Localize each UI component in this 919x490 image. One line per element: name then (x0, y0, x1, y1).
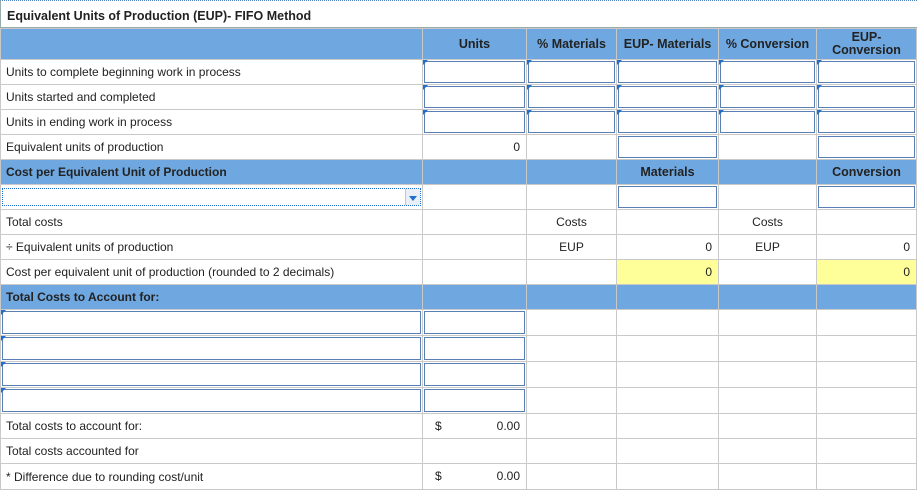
row-total-to-account: Total costs to account for: $ 0.00 (0, 413, 917, 439)
row-account-2 (0, 335, 917, 362)
worksheet-title-bar: Equivalent Units of Production (EUP)- FI… (0, 0, 917, 28)
row-difference: * Difference due to rounding cost/unit $… (0, 463, 917, 490)
label-total-costs: Total costs (0, 209, 423, 235)
header-materials: Materials (616, 159, 719, 185)
row-account-1 (0, 309, 917, 336)
label-beginning-wip: Units to complete beginning work in proc… (0, 59, 423, 85)
input-account-label-3[interactable] (2, 363, 421, 386)
units-header-row: Units % Materials EUP- Materials % Conve… (0, 28, 917, 60)
currency-symbol: $ (435, 419, 442, 433)
label-materials-eup: EUP (526, 234, 617, 260)
cost-per-eup-title: Cost per Equivalent Unit of Production (0, 159, 423, 185)
input-units-ending[interactable] (424, 111, 525, 133)
label-difference: * Difference due to rounding cost/unit (0, 463, 423, 490)
input-account-amount-2[interactable] (424, 337, 525, 360)
label-divide-eup: ÷ Equivalent units of production (0, 234, 423, 260)
row-total-costs: Total costs Costs Costs (0, 209, 917, 235)
value-equivalent-units: 0 (422, 134, 527, 160)
input-eup-conversion-started[interactable] (818, 86, 915, 108)
period-dropdown[interactable] (2, 188, 421, 206)
label-ending-wip: Units in ending work in process (0, 109, 423, 135)
input-pct-conversion-ending[interactable] (720, 111, 815, 133)
header-units: Units (422, 28, 527, 60)
row-divide-eup: ÷ Equivalent units of production EUP 0 E… (0, 234, 917, 260)
label-materials-costs: Costs (526, 209, 617, 235)
label-started-completed: Units started and completed (0, 84, 423, 110)
label-equivalent-units: Equivalent units of production (0, 134, 423, 160)
eup-worksheet: Equivalent Units of Production (EUP)- FI… (0, 0, 919, 490)
input-eup-materials-started[interactable] (618, 86, 717, 108)
input-eup-conversion-beginning[interactable] (818, 61, 915, 83)
input-pct-materials-beginning[interactable] (528, 61, 615, 83)
total-costs-header-row: Total Costs to Account for: (0, 284, 917, 310)
total-costs-title: Total Costs to Account for: (0, 284, 423, 310)
header-pct-conversion: % Conversion (718, 28, 817, 60)
row-started-completed: Units started and completed (0, 84, 917, 110)
row-equivalent-units: Equivalent units of production 0 (0, 134, 917, 160)
label-total-to-account: Total costs to account for: (0, 413, 423, 439)
input-materials-period-cost[interactable] (618, 186, 717, 208)
input-conversion-period-cost[interactable] (818, 186, 915, 208)
input-pct-materials-started[interactable] (528, 86, 615, 108)
cost-per-eup-header-row: Cost per Equivalent Unit of Production M… (0, 159, 917, 185)
header-pct-materials: % Materials (526, 28, 617, 60)
label-conversion-eup: EUP (718, 234, 817, 260)
input-pct-conversion-started[interactable] (720, 86, 815, 108)
input-eup-materials-ending[interactable] (618, 111, 717, 133)
input-pct-conversion-beginning[interactable] (720, 61, 815, 83)
value-conversion-cost-per-unit: 0 (816, 259, 917, 285)
value-difference: 0.00 (496, 469, 520, 483)
row-total-accounted: Total costs accounted for (0, 438, 917, 464)
label-total-accounted: Total costs accounted for (0, 438, 423, 464)
row-account-4 (0, 387, 917, 414)
label-conversion-costs: Costs (718, 209, 817, 235)
input-eup-conversion-ending[interactable] (818, 111, 915, 133)
header-conversion: Conversion (816, 159, 917, 185)
value-materials-eup: 0 (616, 234, 719, 260)
input-pct-materials-ending[interactable] (528, 111, 615, 133)
input-account-amount-3[interactable] (424, 363, 525, 386)
input-account-label-1[interactable] (2, 311, 421, 334)
eup-table: Units % Materials EUP- Materials % Conve… (0, 28, 917, 490)
row-beginning-wip: Units to complete beginning work in proc… (0, 59, 917, 85)
currency-symbol: $ (435, 469, 442, 483)
header-eup-materials: EUP- Materials (616, 28, 719, 60)
input-account-label-2[interactable] (2, 337, 421, 360)
header-eup-conversion: EUP- Conversion (816, 28, 917, 60)
label-cost-per-unit: Cost per equivalent unit of production (… (0, 259, 423, 285)
row-account-3 (0, 361, 917, 388)
value-conversion-eup: 0 (816, 234, 917, 260)
input-eup-materials-beginning[interactable] (618, 61, 717, 83)
row-period-select (0, 184, 917, 210)
row-cost-per-unit: Cost per equivalent unit of production (… (0, 259, 917, 285)
chevron-down-icon[interactable] (405, 189, 420, 205)
total-eup-conversion (818, 136, 915, 158)
row-ending-wip: Units in ending work in process (0, 109, 917, 135)
input-account-label-4[interactable] (2, 389, 421, 412)
value-materials-cost-per-unit: 0 (616, 259, 719, 285)
input-account-amount-4[interactable] (424, 389, 525, 412)
value-total-to-account: 0.00 (496, 419, 520, 433)
input-account-amount-1[interactable] (424, 311, 525, 334)
input-units-beginning[interactable] (424, 61, 525, 83)
input-units-started[interactable] (424, 86, 525, 108)
worksheet-title: Equivalent Units of Production (EUP)- FI… (7, 9, 312, 23)
total-eup-materials (618, 136, 717, 158)
